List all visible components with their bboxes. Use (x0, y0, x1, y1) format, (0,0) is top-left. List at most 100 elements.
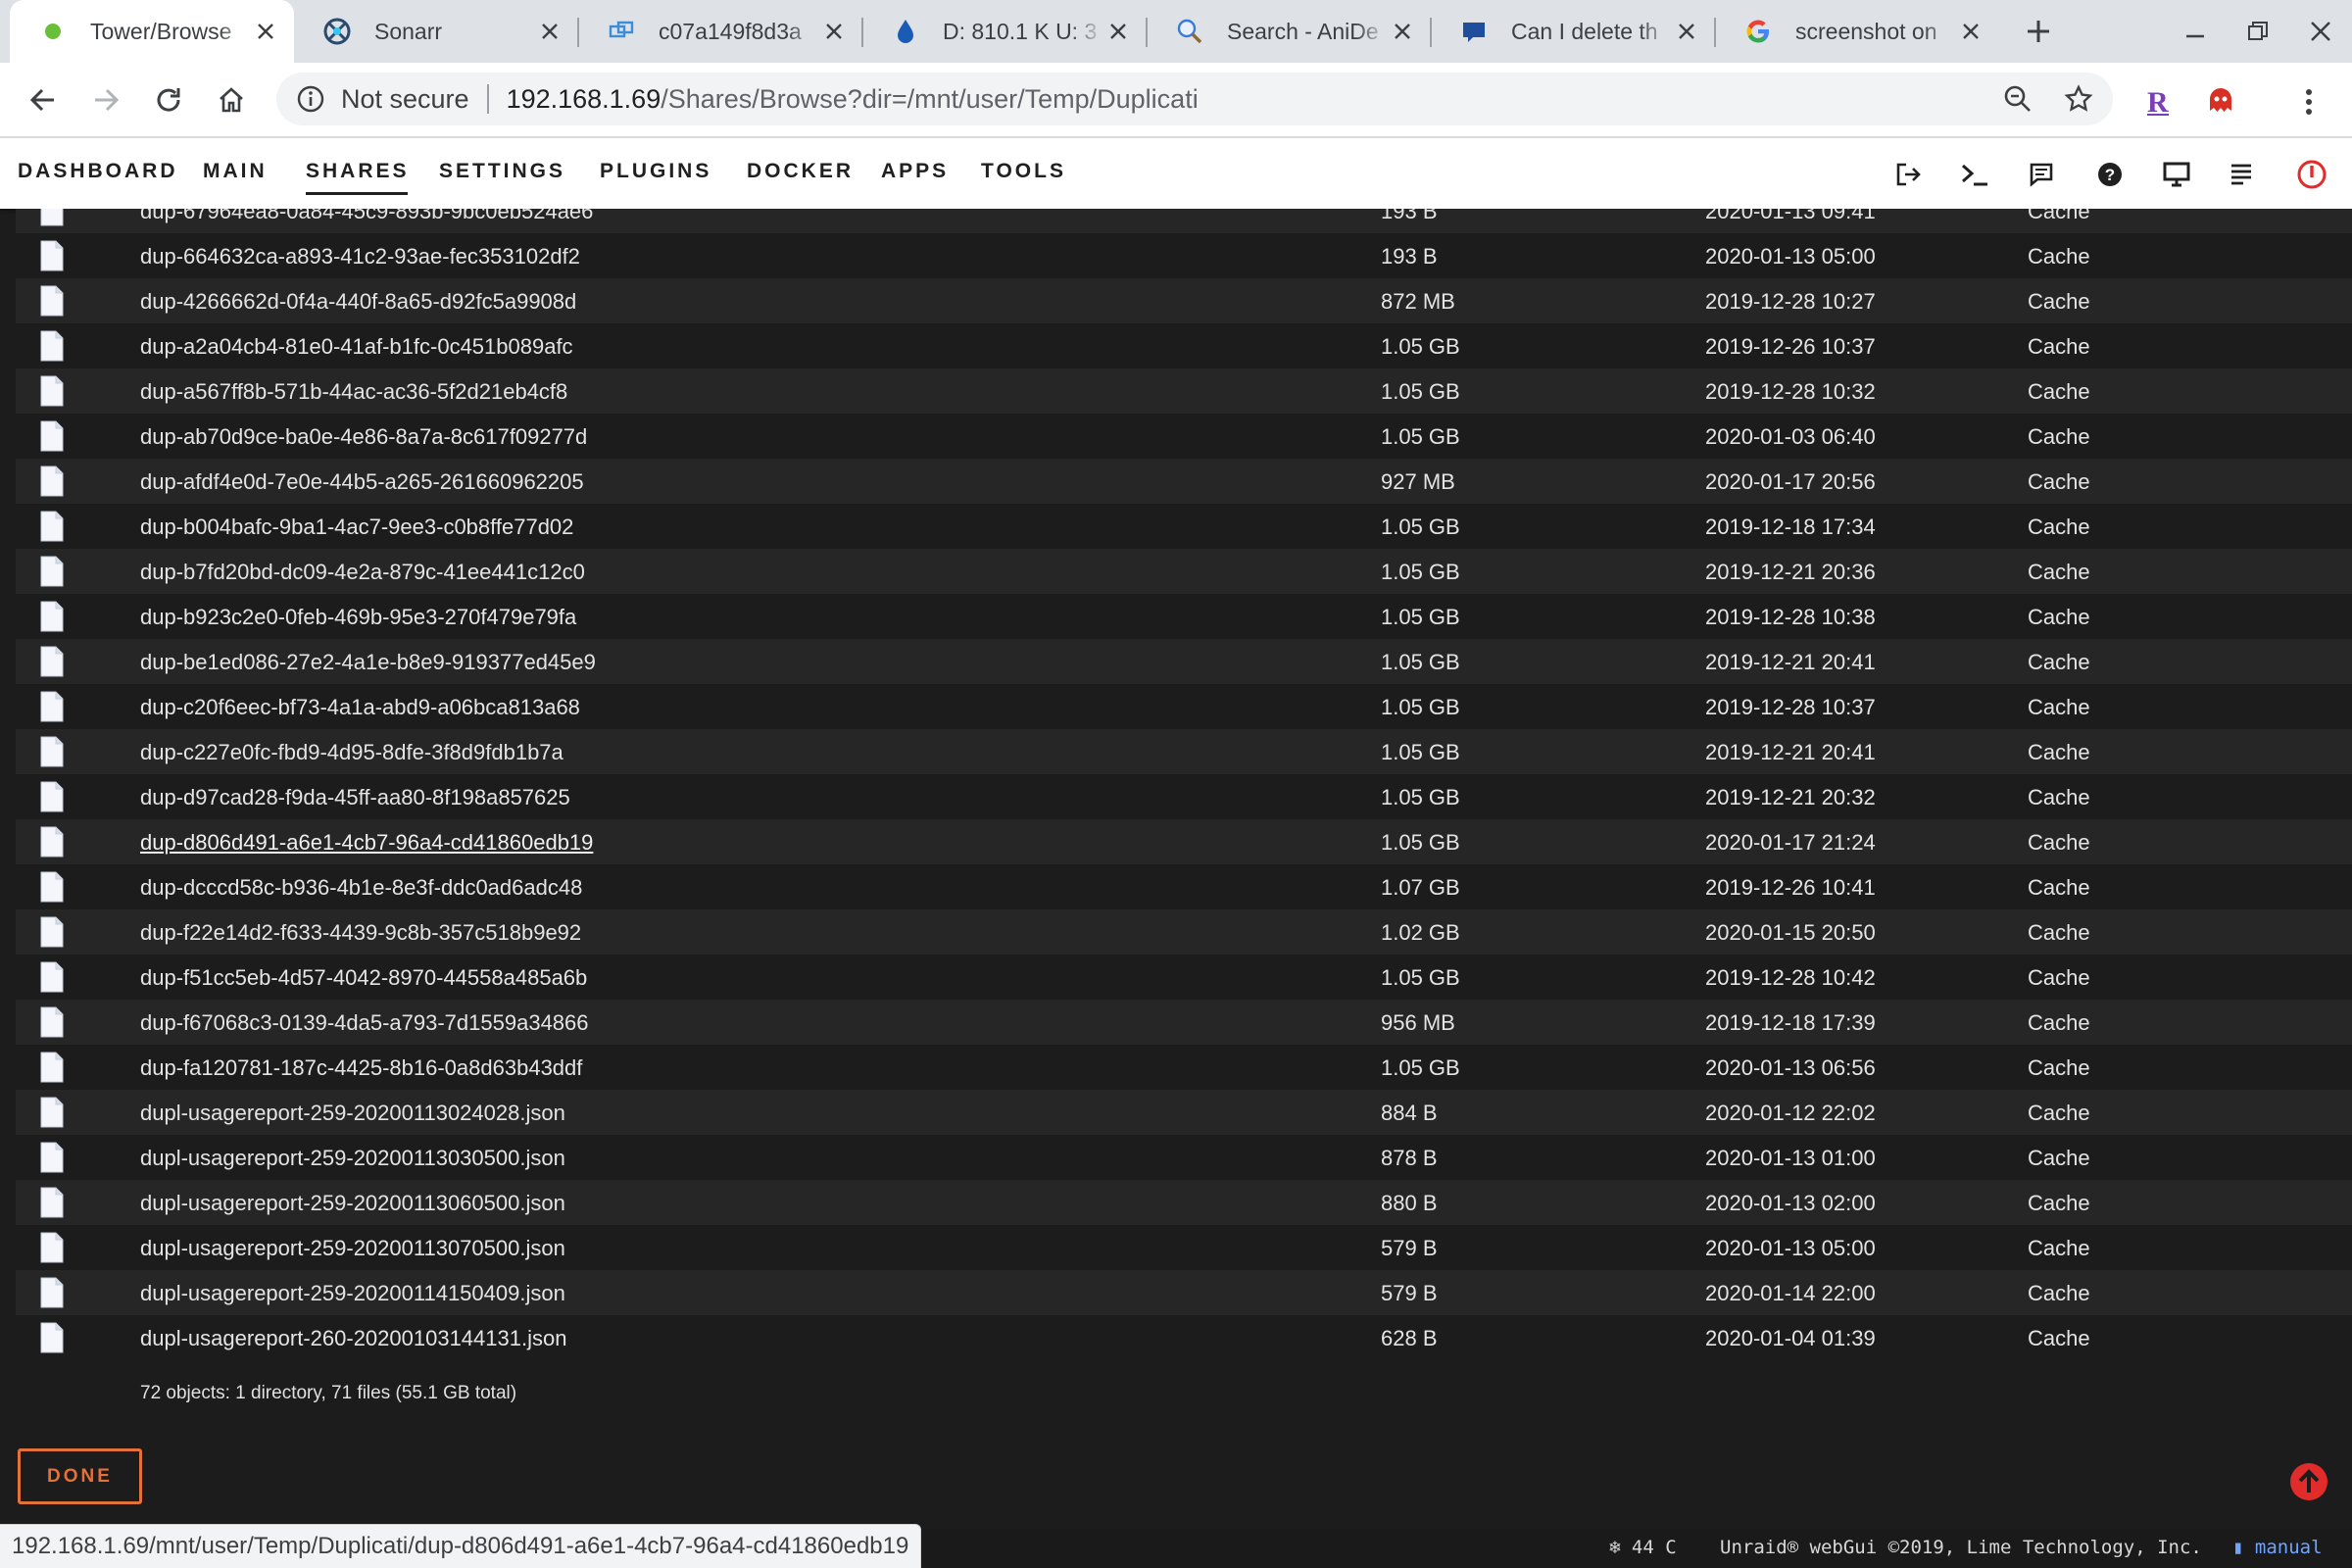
file-name-link[interactable]: dup-a567ff8b-571b-44ac-ac36-5f2d21eb4cf8 (140, 379, 567, 405)
file-name-link[interactable]: dup-67964ea8-0a84-45c9-893b-9bc0eb524ae6 (140, 209, 593, 224)
minimize-window-button[interactable] (2178, 14, 2213, 49)
file-icon (39, 330, 65, 362)
browser-tab[interactable]: D: 810.1 K U: 3 (862, 0, 1147, 63)
file-name-link[interactable]: dup-d97cad28-f9da-45ff-aa80-8f198a857625 (140, 785, 570, 810)
file-name-link[interactable]: dup-ab70d9ce-ba0e-4e86-8a7a-8c617f09277d (140, 424, 587, 450)
magnifier-icon (1176, 18, 1203, 45)
info-display-icon[interactable] (2160, 158, 2193, 191)
file-name-link[interactable]: dup-fa120781-187c-4425-8b16-0a8d63b43ddf (140, 1055, 582, 1081)
nav-apps[interactable]: APPS (881, 160, 949, 183)
google-icon (1744, 18, 1772, 45)
reload-button[interactable] (149, 80, 188, 120)
manual-link[interactable]: ▮ manual (2232, 1537, 2323, 1558)
file-name-link[interactable]: dup-f22e14d2-f633-4439-9c8b-357c518b9e92 (140, 920, 581, 946)
extension-r-icon[interactable]: R (2138, 82, 2178, 122)
menu-kebab-icon[interactable] (2289, 82, 2328, 122)
nav-main[interactable]: MAIN (203, 160, 268, 183)
home-button[interactable] (212, 80, 251, 120)
back-button[interactable] (24, 80, 63, 120)
file-name-link[interactable]: dupl-usagereport-260-20200103144131.json (140, 1326, 566, 1351)
nav-docker[interactable]: DOCKER (747, 160, 854, 183)
browser-tab[interactable]: Tower/Browse (10, 0, 294, 63)
nav-dashboard[interactable]: DASHBOARD (18, 160, 178, 183)
file-name-link[interactable]: dup-f67068c3-0139-4da5-a793-7d1559a34866 (140, 1010, 589, 1036)
new-tab-button[interactable] (2019, 12, 2058, 51)
nav-settings[interactable]: SETTINGS (439, 160, 565, 183)
tab-close-icon[interactable] (1388, 17, 1417, 46)
file-icon (39, 646, 65, 677)
tab-close-icon[interactable] (1103, 17, 1133, 46)
file-name-link[interactable]: dup-be1ed086-27e2-4a1e-b8e9-919377ed45e9 (140, 650, 596, 675)
tab-close-icon[interactable] (1672, 17, 1701, 46)
file-size: 1.05 GB (1381, 965, 1460, 990)
file-name-link[interactable]: dupl-usagereport-259-20200114150409.json (140, 1281, 565, 1306)
file-modified-date: 2020-01-13 05:00 (1705, 1236, 1876, 1260)
table-row: dupl-usagereport-259-20200113024028.json… (16, 1090, 2352, 1135)
tab-close-icon[interactable] (819, 17, 849, 46)
file-name-link[interactable]: dupl-usagereport-259-20200113070500.json (140, 1236, 565, 1261)
tab-close-icon[interactable] (251, 17, 280, 46)
file-name-link[interactable]: dup-b7fd20bd-dc09-4e2a-879c-41ee441c12c0 (140, 560, 585, 585)
info-icon[interactable] (294, 82, 327, 116)
done-button[interactable]: DONE (18, 1448, 142, 1504)
file-name-link[interactable]: dup-664632ca-a893-41c2-93ae-fec353102df2 (140, 244, 580, 270)
feedback-icon[interactable] (2025, 158, 2058, 191)
browser-tab[interactable]: c07a149f8d3a (578, 0, 862, 63)
tab-separator (1430, 18, 1432, 47)
scroll-to-top-button[interactable] (2289, 1462, 2328, 1501)
file-name-link[interactable]: dupl-usagereport-259-20200113060500.json (140, 1191, 565, 1216)
table-row: dup-b004bafc-9ba1-4ac7-9ee3-c0b8ffe77d02… (16, 504, 2352, 549)
file-location: Cache (2028, 1326, 2090, 1350)
file-name-link[interactable]: dupl-usagereport-259-20200113024028.json (140, 1101, 565, 1126)
url-path[interactable]: /Shares/Browse?dir=/mnt/user/Temp/Duplic… (661, 84, 1198, 115)
file-location: Cache (2028, 289, 2090, 314)
file-location: Cache (2028, 1191, 2090, 1215)
file-size: 1.05 GB (1381, 560, 1460, 584)
table-row: dup-f67068c3-0139-4da5-a793-7d1559a34866… (16, 1000, 2352, 1045)
tab-title: c07a149f8d3a (659, 18, 802, 44)
file-name-link[interactable]: dup-4266662d-0f4a-440f-8a65-d92fc5a9908d (140, 289, 576, 315)
address-bar[interactable]: Not secure 192.168.1.69/Shares/Browse?di… (276, 73, 2113, 125)
zoom-icon[interactable] (1999, 80, 2036, 118)
nav-shares[interactable]: SHARES (306, 160, 410, 195)
file-name-link[interactable]: dup-a2a04cb4-81e0-41af-b1fc-0c451b089afc (140, 334, 573, 360)
bookmark-star-icon[interactable] (2060, 80, 2097, 118)
file-name-link[interactable]: dup-c20f6eec-bf73-4a1a-abd9-a06bca813a68 (140, 695, 580, 720)
nav-plugins[interactable]: PLUGINS (600, 160, 711, 183)
logout-icon[interactable] (1891, 158, 1925, 191)
file-size: 1.05 GB (1381, 785, 1460, 809)
security-label[interactable]: Not secure (341, 84, 469, 115)
close-window-button[interactable] (2303, 14, 2338, 49)
tab-close-icon[interactable] (1956, 17, 1985, 46)
file-name-link[interactable]: dup-f51cc5eb-4d57-4042-8970-44558a485a6b (140, 965, 587, 991)
tab-close-icon[interactable] (535, 17, 564, 46)
nav-tools[interactable]: TOOLS (981, 160, 1066, 183)
file-name-link[interactable]: dup-c227e0fc-fbd9-4d95-8dfe-3f8d9fdb1b7a (140, 740, 564, 765)
tab-separator (861, 18, 863, 47)
file-name-link[interactable]: dup-afdf4e0d-7e0e-44b5-a265-261660962205 (140, 469, 584, 495)
terminal-icon[interactable] (1958, 158, 1991, 191)
file-location: Cache (2028, 209, 2090, 223)
forward-button[interactable] (86, 80, 125, 120)
browser-tab[interactable]: Search - AniDe (1147, 0, 1431, 63)
file-name-link[interactable]: dup-d806d491-a6e1-4cb7-96a4-cd41860edb19 (140, 830, 593, 856)
home-icon (220, 87, 243, 113)
browser-tab[interactable]: screenshot on (1715, 0, 1999, 63)
log-icon[interactable] (2225, 158, 2258, 191)
file-name-link[interactable]: dup-b004bafc-9ba1-4ac7-9ee3-c0b8ffe77d02 (140, 514, 573, 540)
file-name-link[interactable]: dupl-usagereport-259-20200113030500.json (140, 1146, 565, 1171)
file-icon (39, 1052, 65, 1083)
url-host[interactable]: 192.168.1.69 (507, 84, 662, 115)
browser-tab[interactable]: Sonarr (294, 0, 578, 63)
plus-icon (2028, 21, 2049, 42)
file-name-link[interactable]: dup-dcccd58c-b936-4b1e-8e3f-ddc0ad6adc48 (140, 875, 582, 901)
file-size: 1.02 GB (1381, 920, 1460, 945)
restore-window-button[interactable] (2240, 14, 2276, 49)
file-size: 628 B (1381, 1326, 1438, 1350)
help-icon[interactable]: ? (2093, 158, 2127, 191)
browser-tab[interactable]: Can I delete th (1431, 0, 1715, 63)
power-icon[interactable] (2295, 158, 2328, 191)
file-name-link[interactable]: dup-b923c2e0-0feb-469b-95e3-270f479e79fa (140, 605, 576, 630)
extension-shield-icon[interactable] (2201, 82, 2240, 122)
manual-label[interactable]: manual (2255, 1537, 2323, 1558)
